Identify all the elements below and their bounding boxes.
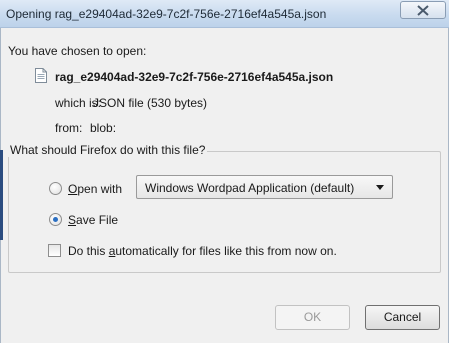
open-with-label-rest: pen with [77,182,123,196]
action-group-legend: What should Firefox do with this file? [8,143,208,157]
application-select-value: Windows Wordpad Application (default) [145,181,355,195]
ok-button[interactable]: OK [275,305,350,330]
file-name: rag_e29404ad-32e9-7c2f-756e-2716ef4a545a… [55,70,334,84]
file-source-value: blob: [90,121,117,135]
close-button[interactable] [400,1,446,19]
save-file-label[interactable]: Save File [68,213,118,227]
close-icon [417,5,429,16]
auto-action-label-after: utomatically for files like this from no… [115,244,337,258]
background-window-edge [0,150,3,240]
auto-action-checkbox[interactable] [48,244,61,257]
application-select[interactable]: Windows Wordpad Application (default) [136,175,393,199]
title-bar[interactable]: Opening rag_e29404ad-32e9-7c2f-756e-2716… [0,0,449,28]
auto-action-label[interactable]: Do this automatically for files like thi… [68,244,337,258]
open-with-radio[interactable] [49,182,62,195]
save-file-radio[interactable] [49,213,62,226]
file-source-label: from: [55,121,83,135]
open-with-label[interactable]: Open with [68,182,122,196]
window-title: Opening rag_e29404ad-32e9-7c2f-756e-2716… [6,7,327,21]
cancel-button[interactable]: Cancel [365,305,440,330]
dropdown-arrow-icon [376,185,384,190]
intro-text: You have chosen to open: [8,44,147,58]
save-file-label-rest: ave File [76,213,119,227]
document-icon [35,68,47,83]
open-with-mnemonic: O [68,182,78,196]
auto-action-label-before: Do this [68,244,109,258]
save-file-mnemonic: S [68,213,77,227]
file-type-value: JSON file (530 bytes) [93,96,208,110]
